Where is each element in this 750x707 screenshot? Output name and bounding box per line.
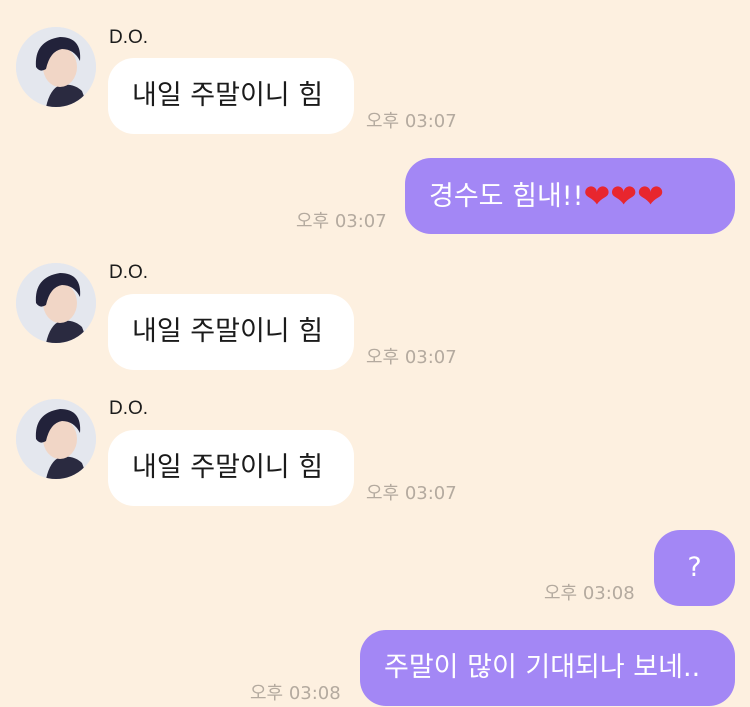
message-timestamp: 오후 03:07 — [366, 347, 457, 368]
profile-photo-icon — [16, 399, 96, 479]
heart-icon: ❤ — [610, 177, 638, 215]
incoming-message-bubble[interactable]: 내일 주말이니 힘 — [108, 58, 354, 134]
message-timestamp: 오후 03:08 — [250, 683, 341, 704]
incoming-message-bubble[interactable]: 내일 주말이니 힘 — [108, 294, 354, 370]
outgoing-message-bubble[interactable]: 주말이 많이 기대되나 보네.. — [360, 630, 735, 706]
message-timestamp: 오후 03:07 — [366, 483, 457, 504]
sender-avatar[interactable] — [16, 27, 96, 107]
outgoing-message-bubble[interactable]: 경수도 힘내!!❤❤❤ — [405, 158, 735, 234]
sender-avatar[interactable] — [16, 399, 96, 479]
sender-name: D.O. — [109, 398, 149, 419]
outgoing-message-text: 경수도 힘내!! — [429, 181, 584, 212]
message-timestamp: 오후 03:08 — [544, 583, 635, 604]
incoming-message-bubble[interactable]: 내일 주말이니 힘 — [108, 430, 354, 506]
heart-icon: ❤ — [637, 177, 664, 215]
profile-photo-icon — [16, 27, 96, 107]
message-timestamp: 오후 03:07 — [366, 111, 457, 132]
profile-photo-icon — [16, 263, 96, 343]
sender-avatar[interactable] — [16, 263, 96, 343]
heart-icon: ❤ — [583, 177, 611, 215]
message-timestamp: 오후 03:07 — [296, 211, 387, 232]
sender-name: D.O. — [109, 27, 149, 48]
outgoing-message-bubble[interactable]: ? — [654, 530, 735, 606]
sender-name: D.O. — [109, 262, 149, 283]
